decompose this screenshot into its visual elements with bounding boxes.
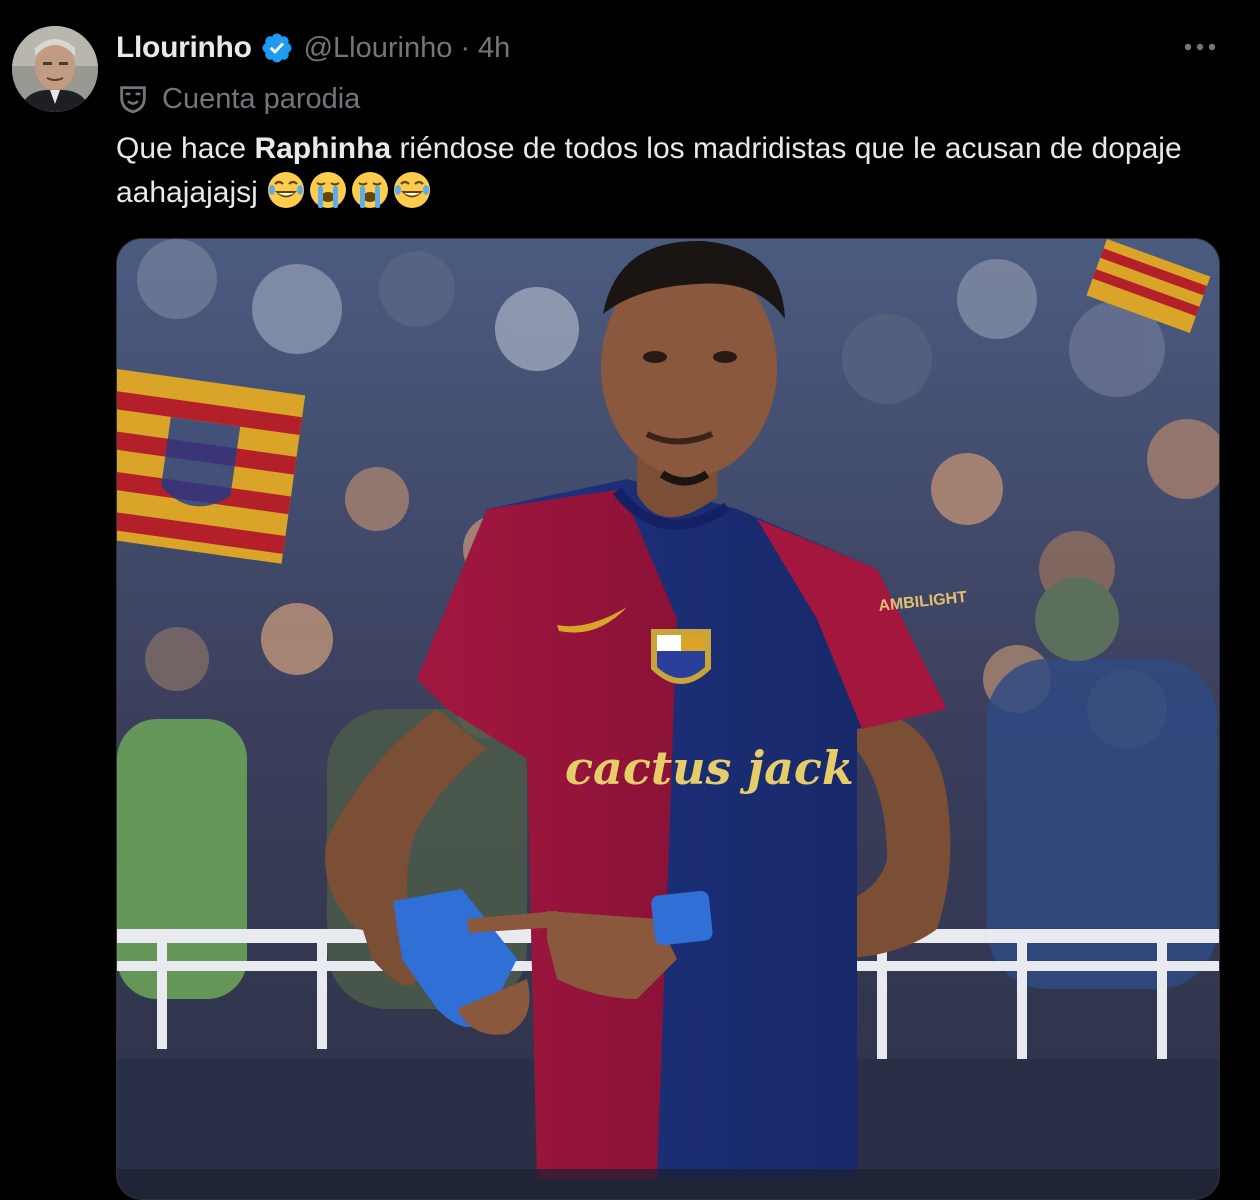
sob-emoji bbox=[350, 170, 390, 210]
tweet-header: Llourinho @Llourinho · 4h bbox=[116, 26, 510, 70]
parody-label-row: Cuenta parodia bbox=[116, 80, 360, 118]
avatar[interactable] bbox=[12, 26, 98, 112]
mention-raphinha: Raphinha bbox=[254, 132, 392, 165]
avatar-image bbox=[12, 26, 98, 112]
tweet-text: Que hace Raphinha riéndose de todos los … bbox=[116, 128, 1226, 214]
photo-footballer-celebrating: AMBILIGHT cactus jack bbox=[117, 239, 1219, 1199]
joy-emoji bbox=[266, 170, 306, 210]
sob-emoji bbox=[308, 170, 348, 210]
jersey-sponsor-text: cactus jack bbox=[565, 741, 854, 795]
more-options-button[interactable] bbox=[1180, 30, 1220, 64]
parody-mask-icon bbox=[116, 82, 150, 116]
user-handle[interactable]: @Llourinho bbox=[304, 32, 453, 65]
verified-badge-icon[interactable] bbox=[260, 31, 294, 65]
display-name[interactable]: Llourinho bbox=[116, 31, 252, 65]
more-horizontal-icon bbox=[1184, 43, 1216, 51]
tweet[interactable]: Llourinho @Llourinho · 4h Cuenta parodia… bbox=[0, 0, 1260, 1200]
joy-emoji bbox=[392, 170, 432, 210]
tweet-media-photo[interactable]: AMBILIGHT cactus jack bbox=[116, 238, 1220, 1200]
tweet-text-part1: Que hace bbox=[116, 132, 255, 165]
timestamp[interactable]: 4h bbox=[478, 32, 510, 65]
parody-label: Cuenta parodia bbox=[162, 82, 361, 115]
separator-dot: · bbox=[460, 31, 471, 64]
